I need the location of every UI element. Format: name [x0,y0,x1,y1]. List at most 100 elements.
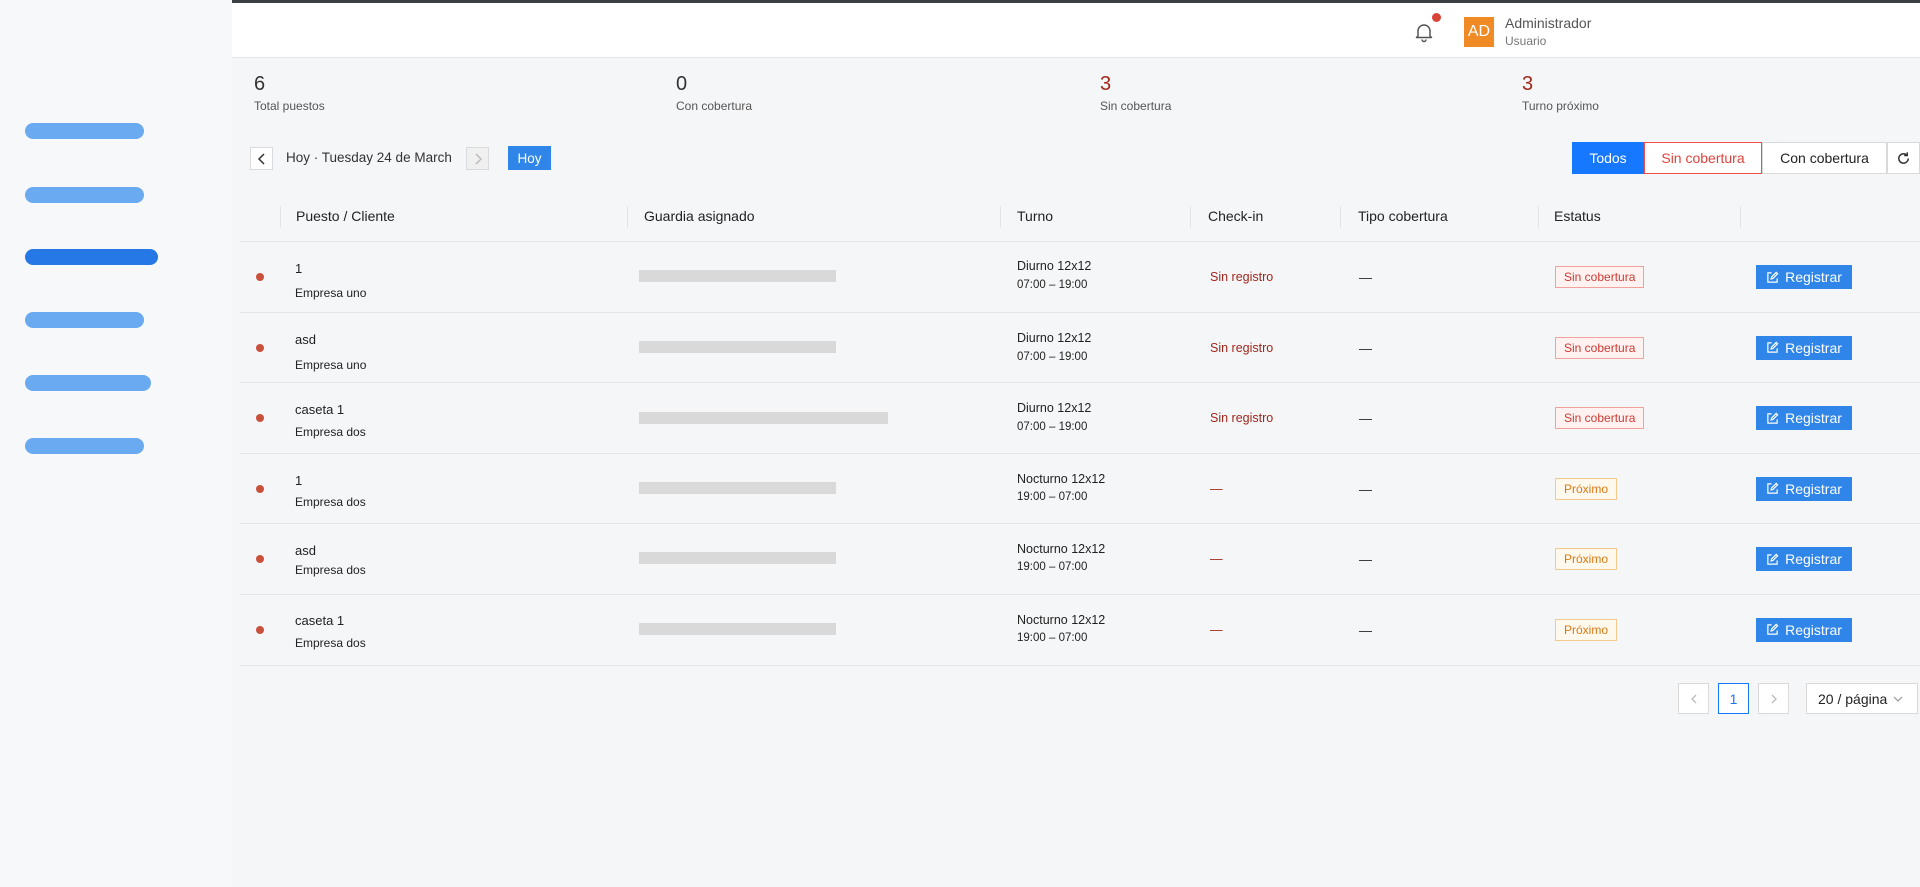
register-label: Registrar [1785,410,1842,427]
shift-name: Nocturno 12x12 [1017,542,1106,557]
stat-without-coverage: 3 Sin cobertura [1100,72,1171,113]
register-button[interactable]: Registrar [1756,406,1852,431]
edit-icon [1767,412,1779,424]
guard-name-redacted [639,552,836,565]
post-name: 1 [295,261,303,276]
status-dot [256,555,264,564]
register-button[interactable]: Registrar [1756,265,1852,289]
column-header[interactable]: Guardia asignado [644,208,755,224]
coverage-type: — [1359,552,1372,568]
status-dot [256,273,264,281]
shift-name: Diurno 12x12 [1017,401,1092,416]
chevron-right-icon [474,152,482,165]
status-badge: Sin cobertura [1555,266,1645,288]
sidebar-item[interactable] [25,312,144,328]
column-header[interactable]: Tipo cobertura [1358,208,1448,224]
status-badge: Sin cobertura [1555,336,1645,359]
guard-name-redacted [639,481,836,494]
stat-value: 0 [676,73,688,95]
filter-with-coverage-button[interactable]: Con cobertura [1762,142,1887,174]
column-header[interactable]: Check-in [1208,208,1263,224]
checkin-status: — [1210,481,1223,496]
next-day-button[interactable] [466,147,489,170]
sidebar-item[interactable] [25,375,151,391]
sidebar-item[interactable] [25,438,144,454]
table-row: caseta 1 Empresa dos Diurno 12x12 07:00 … [240,383,1920,454]
prev-day-button[interactable] [250,147,273,170]
coverage-type: — [1359,411,1372,427]
filter-all-button[interactable]: Todos [1572,142,1644,174]
bell-icon[interactable] [1412,20,1436,44]
table-row: caseta 1 Empresa dos Nocturno 12x12 19:0… [240,595,1920,666]
client-name: Empresa dos [295,563,366,578]
checkin-status: Sin registro [1210,270,1274,284]
column-header[interactable]: Estatus [1554,208,1601,224]
status-dot [256,414,264,423]
register-button[interactable]: Registrar [1756,476,1852,501]
column-header[interactable]: Turno [1017,208,1053,224]
shift-time: 19:00 – 07:00 [1017,631,1088,644]
edit-icon [1767,482,1779,495]
refresh-icon [1898,151,1909,164]
next-page-button[interactable] [1758,683,1789,714]
stat-value: 6 [254,73,266,95]
prev-page-button[interactable] [1678,683,1709,714]
status-badge: Próximo [1555,548,1618,571]
stat-label: Sin cobertura [1100,99,1172,113]
avatar[interactable]: AD [1464,17,1494,47]
register-button[interactable]: Registrar [1756,617,1852,642]
register-button[interactable]: Registrar [1756,547,1852,572]
shift-name: Diurno 12x12 [1017,330,1092,345]
post-name: caseta 1 [295,612,345,628]
guard-name-redacted [639,622,836,635]
table-row: 1 Empresa dos Nocturno 12x12 19:00 – 07:… [240,454,1920,525]
sidebar-item[interactable] [25,187,144,203]
column-header[interactable]: Puesto / Cliente [296,208,395,224]
today-button[interactable]: Hoy [508,146,551,170]
post-name: 1 [295,472,303,488]
shift-name: Diurno 12x12 [1017,259,1092,273]
refresh-button[interactable] [1887,142,1920,174]
stat-value: 3 [1522,73,1534,95]
table-header: Puesto / Cliente Guardia asignado Turno … [240,192,1920,242]
status-badge: Sin cobertura [1555,407,1645,430]
edit-icon [1767,271,1779,283]
shift-name: Nocturno 12x12 [1017,471,1106,486]
status-dot [256,484,264,493]
coverage-type: — [1359,270,1372,285]
edit-icon [1767,341,1779,353]
stat-label: Turno próximo [1522,99,1599,113]
checkin-status: — [1210,622,1223,637]
checkin-status: — [1210,552,1223,567]
user-role: Usuario [1505,34,1547,48]
status-dot [256,343,264,352]
edit-icon [1767,553,1779,565]
shift-time: 19:00 – 07:00 [1017,490,1088,503]
page-number-button[interactable]: 1 [1718,683,1749,714]
stat-label: Con cobertura [676,99,753,113]
post-name: asd [295,331,316,347]
status-badge: Próximo [1555,618,1618,641]
shift-time: 19:00 – 07:00 [1017,561,1088,574]
coverage-type: — [1359,481,1372,497]
guard-name-redacted [639,412,888,425]
register-button[interactable]: Registrar [1756,335,1852,360]
shift-time: 07:00 – 19:00 [1017,279,1088,291]
stat-total-posts: 6 Total puestos [254,72,325,113]
main-content: 6 Total puestos 0 Con cobertura 3 Sin co… [232,58,1920,887]
filter-without-coverage-button[interactable]: Sin cobertura [1644,142,1762,174]
client-name: Empresa uno [295,286,367,300]
shift-time: 07:00 – 19:00 [1017,421,1088,434]
table-row: 1 Empresa uno Diurno 12x12 07:00 – 19:00… [240,242,1920,313]
post-name: caseta 1 [295,402,345,418]
coverage-type: — [1359,340,1372,356]
top-header: AD Administrador Usuario [232,3,1920,58]
sidebar-item-active[interactable] [25,249,158,265]
page-size-select[interactable]: 20 / página [1806,683,1918,714]
coverage-table: Puesto / Cliente Guardia asignado Turno … [240,192,1920,666]
checkin-status: Sin registro [1210,411,1274,426]
current-date-label: Hoy · Tuesday 24 de March [286,150,452,165]
stat-next-shift: 3 Turno próximo [1522,72,1599,113]
sidebar-item[interactable] [25,123,144,139]
chevron-down-icon [1893,696,1903,702]
